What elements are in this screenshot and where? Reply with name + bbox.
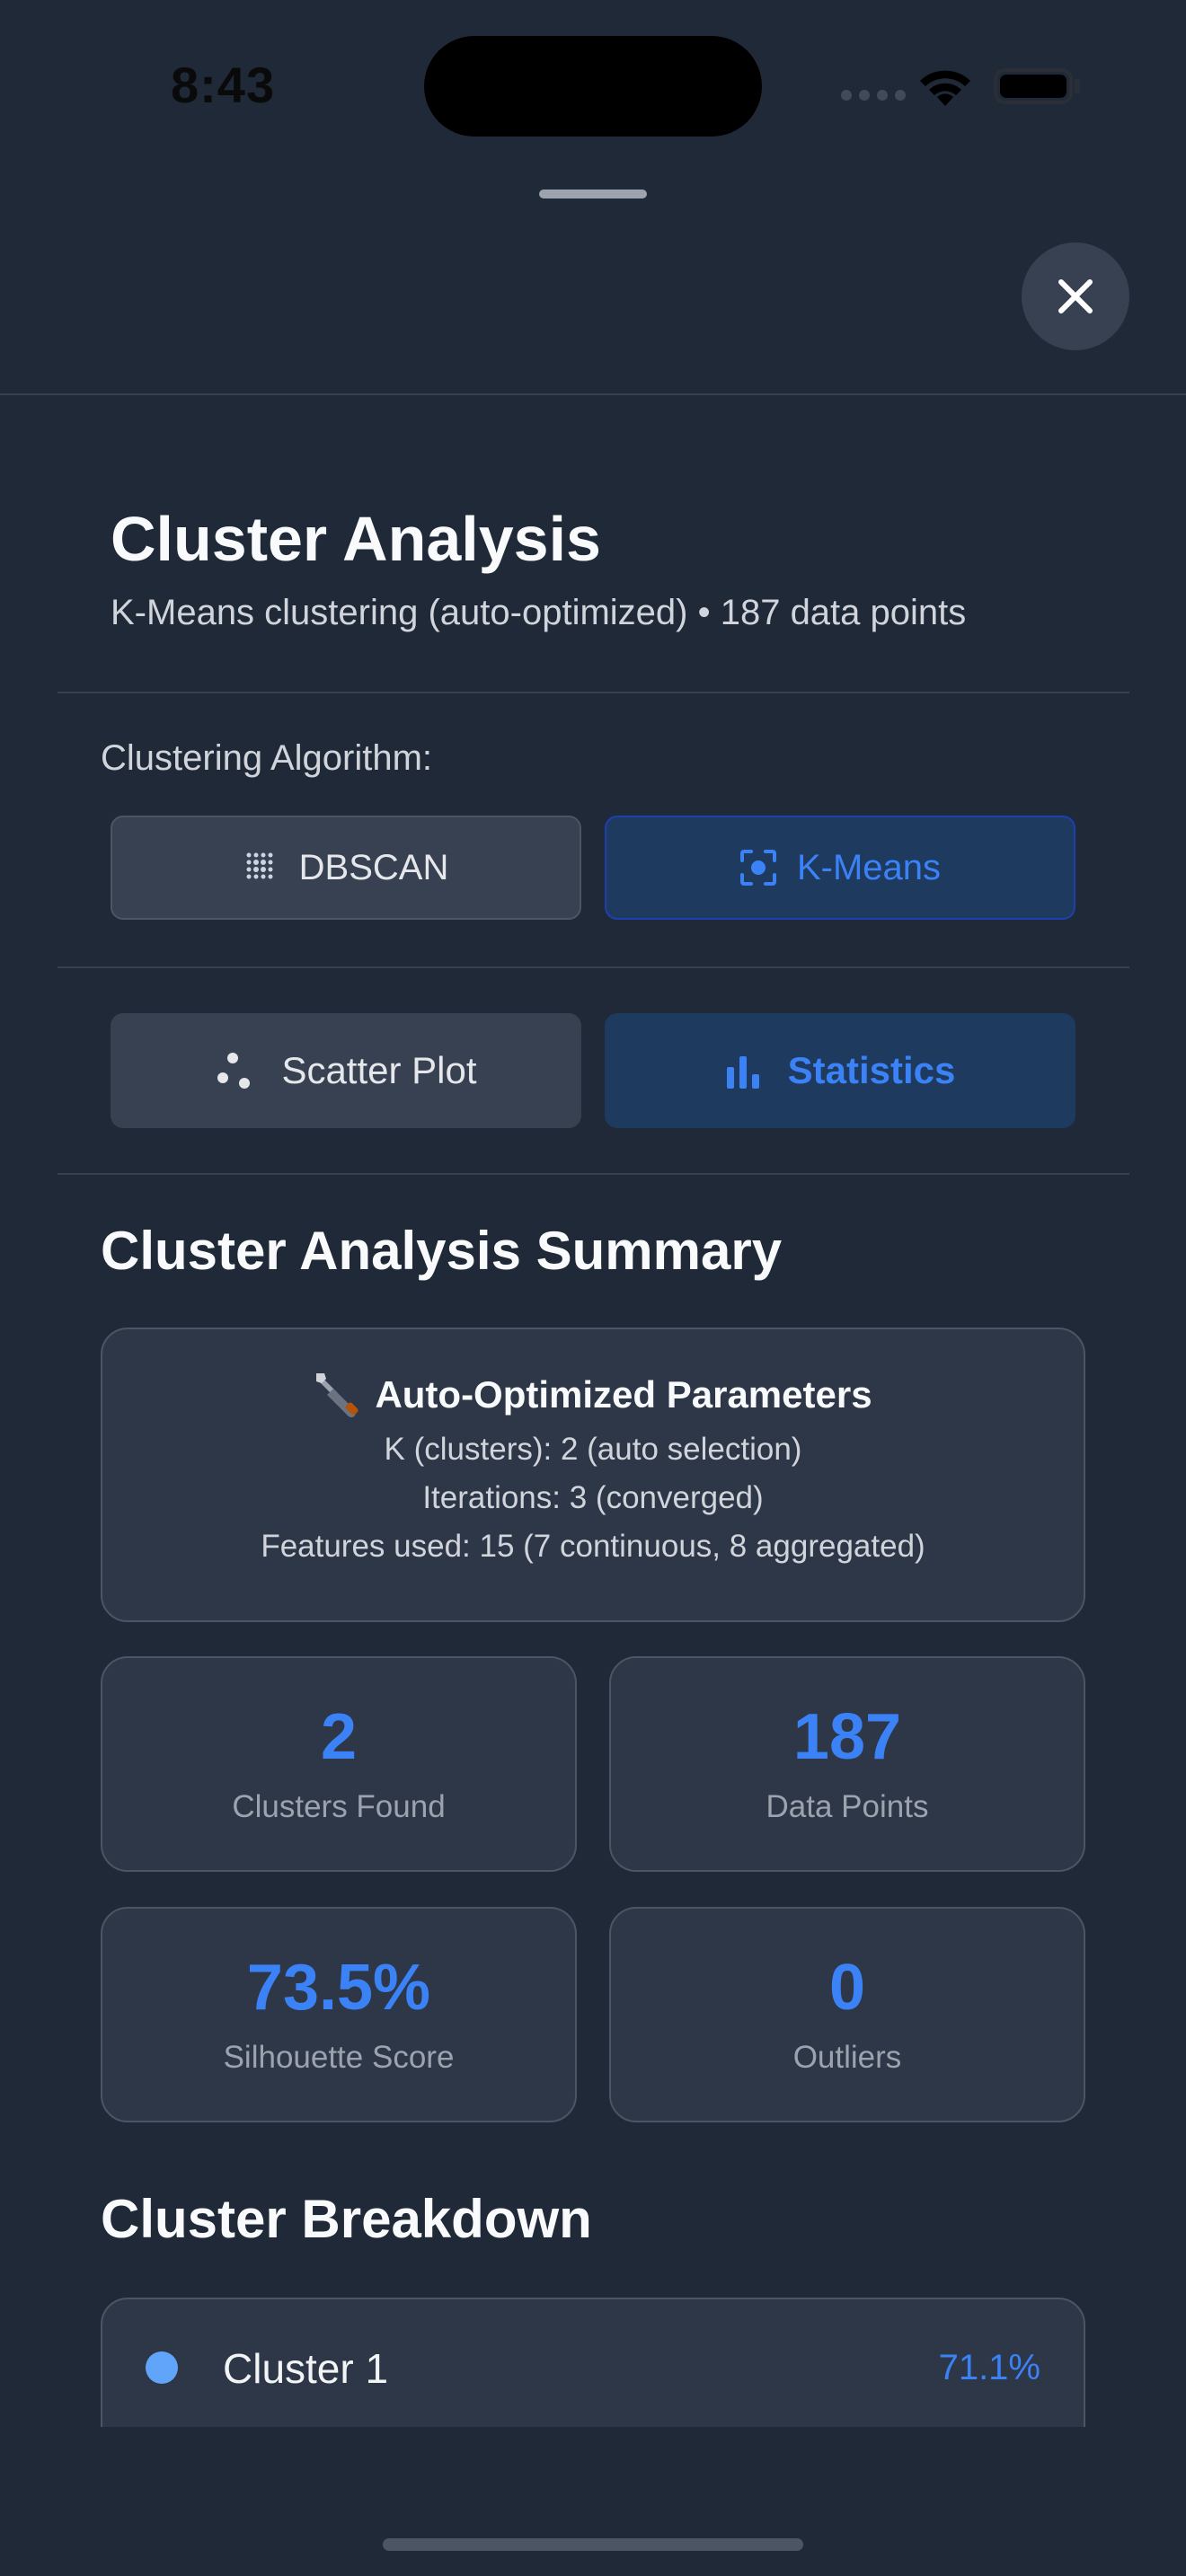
dynamic-island	[424, 36, 762, 137]
close-button[interactable]	[1022, 243, 1129, 350]
dot-grid-icon	[246, 852, 273, 879]
divider	[58, 966, 1129, 968]
tab-scatter-plot[interactable]: Scatter Plot	[111, 1013, 581, 1128]
tab-statistics-label: Statistics	[787, 1049, 956, 1091]
kmeans-button[interactable]: K-Means	[605, 816, 1075, 920]
wifi-icon	[920, 70, 970, 106]
stat-card-outliers: 0 Outliers	[609, 1907, 1085, 2122]
stat-card-clusters-found: 2 Clusters Found	[101, 1656, 577, 1872]
divider	[58, 692, 1129, 693]
stat-label: Silhouette Score	[223, 2040, 455, 2075]
home-indicator	[383, 2538, 803, 2551]
param-iterations: Iterations: 3 (converged)	[422, 1480, 764, 1515]
kmeans-label: K-Means	[796, 847, 942, 887]
status-time: 8:43	[171, 57, 276, 113]
stat-value: 2	[320, 1701, 358, 1773]
breakdown-title: Cluster Breakdown	[101, 2189, 592, 2249]
param-features-used: Features used: 15 (7 continuous, 8 aggre…	[261, 1529, 925, 1564]
tab-statistics[interactable]: Statistics	[605, 1013, 1075, 1128]
divider	[58, 1173, 1129, 1175]
header-divider	[0, 393, 1186, 395]
wrench-icon	[316, 1373, 358, 1417]
stat-label: Data Points	[766, 1789, 929, 1824]
bottom-fade	[0, 2427, 1186, 2576]
params-heading-text: Auto-Optimized Parameters	[375, 1373, 872, 1416]
bar-chart-icon	[726, 1056, 759, 1089]
params-heading: Auto-Optimized Parameters	[102, 1371, 1084, 1419]
cluster-percent: 71.1%	[938, 2348, 1040, 2387]
dbscan-label: DBSCAN	[298, 847, 449, 887]
stat-value: 0	[828, 1952, 866, 2024]
stat-card-data-points: 187 Data Points	[609, 1656, 1085, 1872]
sheet-grabber[interactable]	[539, 190, 647, 198]
cluster-analysis-sheet: 8:43 Cluster Analysis K-Means clustering…	[0, 0, 1186, 2576]
cellular-signal-icon	[841, 90, 906, 101]
cluster-name: Cluster 1	[223, 2345, 389, 2392]
param-k-clusters: K (clusters): 2 (auto selection)	[384, 1432, 802, 1467]
scatter-dots-icon	[217, 1053, 251, 1089]
close-x-icon	[1058, 279, 1093, 313]
stat-value: 73.5%	[246, 1952, 431, 2024]
focus-target-icon	[739, 850, 776, 886]
auto-optimized-parameters-card: Auto-Optimized Parameters K (clusters): …	[101, 1328, 1085, 1622]
summary-title: Cluster Analysis Summary	[101, 1221, 783, 1281]
page-title: Cluster Analysis	[111, 504, 601, 574]
stat-value: 187	[792, 1701, 902, 1773]
battery-tip	[1075, 79, 1080, 93]
stat-card-silhouette-score: 73.5% Silhouette Score	[101, 1907, 577, 2122]
page-subtitle: K-Means clustering (auto-optimized) • 18…	[111, 593, 967, 632]
algorithm-label: Clustering Algorithm:	[101, 738, 433, 778]
stat-label: Outliers	[792, 2040, 902, 2075]
stat-label: Clusters Found	[232, 1789, 446, 1824]
tab-scatter-plot-label: Scatter Plot	[281, 1049, 477, 1091]
battery-icon	[994, 68, 1073, 104]
cluster-color-dot	[146, 2351, 178, 2384]
dbscan-button[interactable]: DBSCAN	[111, 816, 581, 920]
